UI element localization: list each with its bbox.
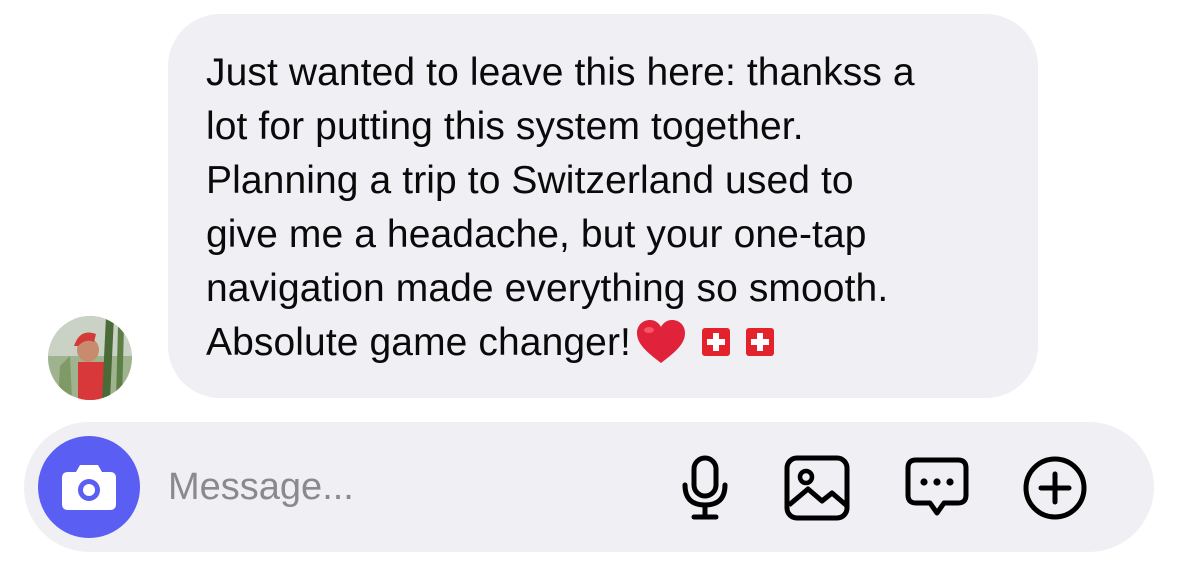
swiss-flag-icon	[745, 318, 775, 372]
received-message-bubble[interactable]: Just wanted to leave this here: thankss …	[168, 14, 1038, 398]
message-emojis	[631, 320, 775, 364]
message-input[interactable]	[168, 456, 638, 518]
camera-button[interactable]	[38, 436, 140, 538]
avatar-photo	[48, 316, 132, 400]
message-text: Just wanted to leave this here: thankss …	[206, 46, 1002, 380]
more-options-button[interactable]	[1022, 455, 1088, 521]
microphone-icon	[682, 455, 728, 520]
red-heart-icon	[635, 319, 687, 380]
message-composer	[24, 422, 1154, 552]
voice-message-button[interactable]	[672, 455, 738, 521]
plus-circle-icon	[1023, 456, 1087, 520]
message-body: Just wanted to leave this here: thankss …	[206, 51, 915, 364]
swiss-flag-icon	[701, 318, 731, 372]
camera-icon	[62, 465, 116, 510]
chat-options-button[interactable]	[904, 455, 970, 521]
gallery-icon	[784, 455, 850, 521]
chat-bubble-icon	[905, 457, 969, 516]
chat-screen: Just wanted to leave this here: thankss …	[0, 0, 1179, 578]
gallery-button[interactable]	[784, 455, 850, 521]
sender-avatar[interactable]	[48, 316, 132, 400]
